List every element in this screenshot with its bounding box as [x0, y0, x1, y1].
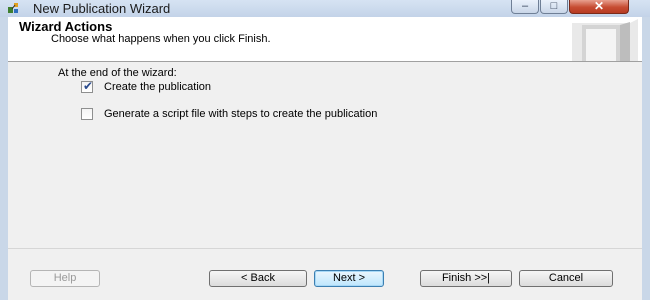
- next-button[interactable]: Next >: [314, 270, 384, 287]
- page-title: Wizard Actions: [19, 19, 113, 34]
- window-title: New Publication Wizard: [33, 1, 171, 16]
- close-icon: ✕: [593, 0, 605, 13]
- close-button[interactable]: ✕: [569, 0, 629, 14]
- back-button[interactable]: < Back: [209, 270, 307, 287]
- minimize-button[interactable]: –: [511, 0, 539, 14]
- generate-script-checkbox[interactable]: [81, 108, 93, 120]
- finish-button[interactable]: Finish >>|: [420, 270, 512, 287]
- wizard-window: New Publication Wizard – □ ✕ Wizard Acti…: [0, 0, 650, 300]
- checkmark-icon: ✔: [82, 79, 94, 93]
- wizard-app-icon: [8, 3, 18, 13]
- create-publication-label[interactable]: Create the publication: [104, 81, 211, 94]
- wizard-header: Wizard Actions Choose what happens when …: [8, 17, 642, 62]
- maximize-icon: □: [550, 0, 558, 12]
- title-bar[interactable]: New Publication Wizard – □ ✕: [0, 0, 650, 17]
- section-label: At the end of the wizard:: [58, 67, 177, 79]
- maximize-button[interactable]: □: [540, 0, 568, 14]
- generate-script-label[interactable]: Generate a script file with steps to cre…: [104, 108, 377, 121]
- footer-divider: [8, 248, 642, 249]
- create-publication-checkbox[interactable]: ✔: [81, 79, 94, 93]
- help-button[interactable]: Help: [30, 270, 100, 287]
- wizard-client-area: Wizard Actions Choose what happens when …: [8, 17, 642, 300]
- page-subtitle: Choose what happens when you click Finis…: [51, 33, 271, 45]
- wizard-banner-graphic: [572, 19, 638, 61]
- cancel-button[interactable]: Cancel: [519, 270, 613, 287]
- minimize-icon: –: [521, 0, 529, 12]
